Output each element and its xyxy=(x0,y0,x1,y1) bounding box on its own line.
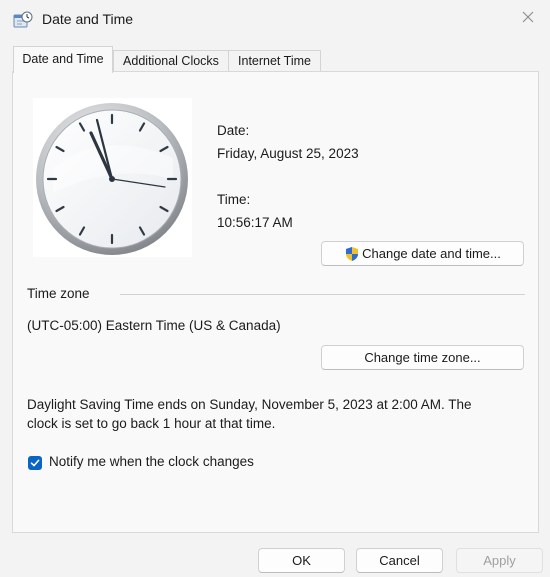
apply-button[interactable]: Apply xyxy=(456,548,543,573)
title-bar: Date and Time xyxy=(0,0,550,40)
change-time-zone-button[interactable]: Change time zone... xyxy=(321,345,524,370)
dst-notice-line-1: Daylight Saving Time ends on Sunday, Nov… xyxy=(27,397,472,412)
time-value: 10:56:17 AM xyxy=(217,215,293,230)
tab-additional-clocks[interactable]: Additional Clocks xyxy=(113,50,229,72)
date-value: Friday, August 25, 2023 xyxy=(217,146,359,161)
close-icon xyxy=(522,10,534,28)
cancel-button[interactable]: Cancel xyxy=(356,548,443,573)
notify-checkbox[interactable] xyxy=(28,456,42,470)
date-label: Date: xyxy=(217,123,250,138)
window-title: Date and Time xyxy=(42,11,134,27)
change-date-time-button[interactable]: Change date and time... xyxy=(321,241,524,266)
time-zone-value: (UTC-05:00) Eastern Time (US & Canada) xyxy=(27,318,281,333)
tab-date-and-time[interactable]: Date and Time xyxy=(13,46,113,73)
tab-internet-time[interactable]: Internet Time xyxy=(228,50,321,72)
time-zone-divider xyxy=(120,294,525,295)
change-date-time-label: Change date and time... xyxy=(362,246,501,261)
close-button[interactable] xyxy=(506,0,550,38)
date-time-app-icon xyxy=(13,10,33,30)
tab-panel: Date: Friday, August 25, 2023 Time: 10:5… xyxy=(12,71,539,533)
notify-label[interactable]: Notify me when the clock changes xyxy=(49,454,254,469)
analog-clock xyxy=(33,98,192,257)
clock-face-icon xyxy=(36,103,188,255)
uac-shield-icon xyxy=(344,246,360,262)
time-label: Time: xyxy=(217,192,251,207)
time-zone-section-label: Time zone xyxy=(27,286,90,301)
ok-button[interactable]: OK xyxy=(258,548,345,573)
dst-notice-line-2: clock is set to go back 1 hour at that t… xyxy=(27,416,276,431)
checkmark-icon xyxy=(30,458,40,468)
